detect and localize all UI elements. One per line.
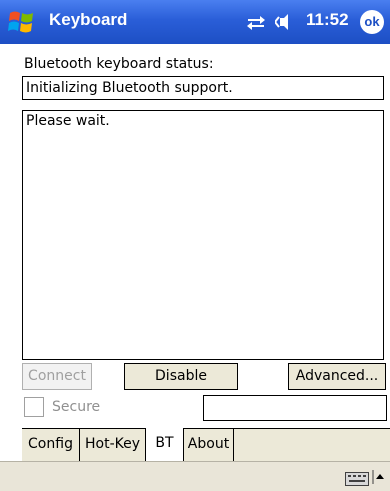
- log-area[interactable]: Please wait.: [22, 110, 384, 360]
- tab-hot-key[interactable]: Hot-Key: [80, 429, 146, 461]
- secure-input[interactable]: [203, 395, 387, 421]
- tab-config[interactable]: Config: [22, 429, 80, 461]
- title-bar: Keyboard 11:52 ok: [0, 0, 390, 44]
- windows-logo-icon[interactable]: [7, 8, 37, 36]
- status-field: Initializing Bluetooth support.: [22, 76, 384, 100]
- clock[interactable]: 11:52: [306, 10, 349, 30]
- secure-label: Secure: [52, 399, 101, 415]
- secure-checkbox[interactable]: [24, 397, 44, 417]
- menu-bar: [0, 461, 390, 491]
- connect-button[interactable]: Connect: [22, 363, 92, 390]
- left-margin: [0, 44, 22, 461]
- sip-arrow-icon[interactable]: [372, 470, 386, 484]
- window-title: Keyboard: [49, 10, 128, 29]
- disable-button[interactable]: Disable: [124, 363, 238, 390]
- tab-bt[interactable]: BT: [146, 428, 184, 462]
- tab-bar: Config Hot-Key BT About: [22, 428, 390, 462]
- ok-button[interactable]: ok: [360, 10, 384, 34]
- tab-about[interactable]: About: [184, 429, 234, 461]
- keyboard-icon[interactable]: [345, 472, 369, 486]
- speaker-icon[interactable]: [275, 13, 299, 31]
- advanced-button[interactable]: Advanced...: [288, 363, 386, 390]
- connectivity-icon[interactable]: [246, 14, 266, 30]
- status-label: Bluetooth keyboard status:: [24, 56, 214, 72]
